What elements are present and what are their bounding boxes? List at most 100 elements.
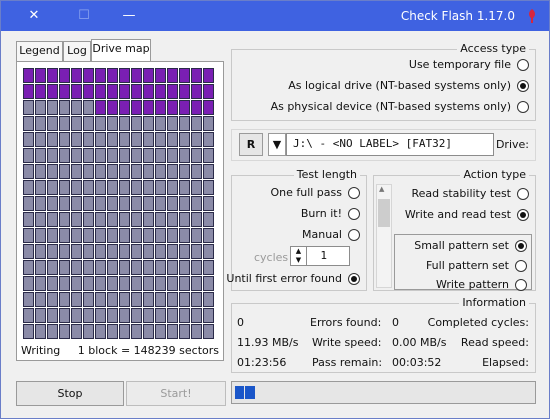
drive-map-block <box>203 148 214 163</box>
read-speed-value: 0.00 MB/s <box>392 336 447 349</box>
drive-map-block <box>167 68 178 83</box>
drive-select[interactable]: J:\ - <NO LABEL> [FAT32] <box>286 133 494 156</box>
pattern-write-radio[interactable] <box>515 279 527 291</box>
drive-map-block <box>131 148 142 163</box>
drive-map-block <box>23 292 34 307</box>
cycles-stepper[interactable]: ▲ ▼ <box>291 247 307 265</box>
drive-map-block <box>191 68 202 83</box>
action-write-read-radio[interactable] <box>517 209 529 221</box>
app-window: ✕ ☐ — Check Flash 1.17.0 Legend Log Driv… <box>0 0 550 419</box>
drive-map-block <box>191 244 202 259</box>
pattern-full-radio[interactable] <box>515 260 527 272</box>
action-read-stability-radio[interactable] <box>517 188 529 200</box>
drive-map-block <box>59 276 70 291</box>
access-physical-device-radio[interactable] <box>517 101 529 113</box>
drive-map-block <box>59 116 70 131</box>
length-burn-it[interactable]: Burn it! <box>240 207 360 223</box>
pattern-small[interactable]: Small pattern set <box>402 239 527 255</box>
elapsed-value: 00:03:52 <box>392 356 442 369</box>
scrollbar-thumb[interactable] <box>378 199 390 227</box>
drive-map-block <box>71 212 82 227</box>
drive-map-block <box>95 132 106 147</box>
start-button[interactable]: Start! <box>126 381 226 406</box>
close-button[interactable]: ✕ <box>11 1 57 31</box>
drive-map-block <box>131 276 142 291</box>
tab-legend[interactable]: Legend <box>16 41 63 61</box>
drive-map-block <box>119 212 130 227</box>
drive-map-block <box>59 292 70 307</box>
length-one-pass-radio[interactable] <box>348 187 360 199</box>
drive-map-block <box>119 292 130 307</box>
minimize-button[interactable]: — <box>106 1 152 31</box>
length-burn-it-radio[interactable] <box>348 208 360 220</box>
refresh-drives-button[interactable]: R <box>239 133 263 156</box>
drive-map-block <box>59 180 70 195</box>
tab-log[interactable]: Log <box>63 41 91 61</box>
cycles-input[interactable]: ▲ ▼ 1 <box>290 246 350 266</box>
drive-map-block <box>35 276 46 291</box>
drive-map-block <box>83 68 94 83</box>
drive-map-block <box>155 244 166 259</box>
drive-map-block <box>119 116 130 131</box>
access-type-group: Access type Use temporary file As logica… <box>231 42 536 121</box>
drive-map-block <box>167 308 178 323</box>
action-read-stability[interactable]: Read stability test <box>389 187 529 203</box>
scroll-up-icon[interactable]: ▲ <box>379 185 384 193</box>
drive-map-block <box>167 324 178 339</box>
drive-map-block <box>107 244 118 259</box>
length-until-error-radio[interactable] <box>348 273 360 285</box>
drive-map-block <box>179 260 190 275</box>
drive-map-block <box>35 164 46 179</box>
drive-map-block <box>191 228 202 243</box>
access-temp-file[interactable]: Use temporary file <box>239 58 529 74</box>
length-one-pass[interactable]: One full pass <box>240 186 360 202</box>
map-status: Writing <box>21 344 61 357</box>
drive-map-block <box>191 276 202 291</box>
information-title: Information <box>459 296 529 309</box>
drive-map-block <box>83 196 94 211</box>
access-logical-drive[interactable]: As logical drive (NT-based systems only) <box>239 79 529 95</box>
drive-map-block <box>47 276 58 291</box>
drive-label: Drive: <box>495 138 529 151</box>
drive-map-block <box>143 100 154 115</box>
drive-map-block <box>167 132 178 147</box>
access-physical-device[interactable]: As physical device (NT-based systems onl… <box>239 100 529 116</box>
drive-map-block <box>107 164 118 179</box>
pattern-scrollbar[interactable]: ▲ <box>376 184 392 288</box>
drive-map-block <box>59 308 70 323</box>
access-logical-drive-radio[interactable] <box>517 80 529 92</box>
length-manual[interactable]: Manual <box>240 228 360 244</box>
drive-map-block <box>179 164 190 179</box>
maximize-button[interactable]: ☐ <box>61 1 107 31</box>
drive-map-block <box>95 276 106 291</box>
drive-map-block <box>155 116 166 131</box>
action-write-read[interactable]: Write and read test <box>389 208 529 224</box>
tab-drive-map[interactable]: Drive map <box>91 39 151 61</box>
length-manual-radio[interactable] <box>348 229 360 241</box>
drive-map-block <box>83 212 94 227</box>
pattern-write[interactable]: Write pattern <box>402 278 527 294</box>
pattern-small-radio[interactable] <box>515 240 527 252</box>
drive-map-block <box>59 100 70 115</box>
drive-map-block <box>167 84 178 99</box>
drive-map-block <box>107 228 118 243</box>
drive-map-block <box>71 180 82 195</box>
write-speed-label: Write speed: <box>312 336 382 349</box>
drive-map-block <box>203 292 214 307</box>
drive-map-block <box>167 196 178 211</box>
drive-map: Writing 1 block = 148239 sectors <box>16 61 224 361</box>
access-temp-file-radio[interactable] <box>517 59 529 71</box>
drive-map-block <box>143 84 154 99</box>
length-until-error[interactable]: Until first error found <box>226 272 360 288</box>
drive-map-block <box>143 308 154 323</box>
drive-map-block <box>143 68 154 83</box>
drive-map-block <box>155 148 166 163</box>
drive-map-block <box>131 292 142 307</box>
drive-dropdown-button[interactable]: ▼ <box>268 133 286 156</box>
drive-map-block <box>83 100 94 115</box>
pattern-full[interactable]: Full pattern set <box>402 259 527 275</box>
drive-map-block <box>167 244 178 259</box>
drive-map-block <box>143 116 154 131</box>
drive-map-block <box>95 212 106 227</box>
stop-button[interactable]: Stop <box>16 381 124 406</box>
